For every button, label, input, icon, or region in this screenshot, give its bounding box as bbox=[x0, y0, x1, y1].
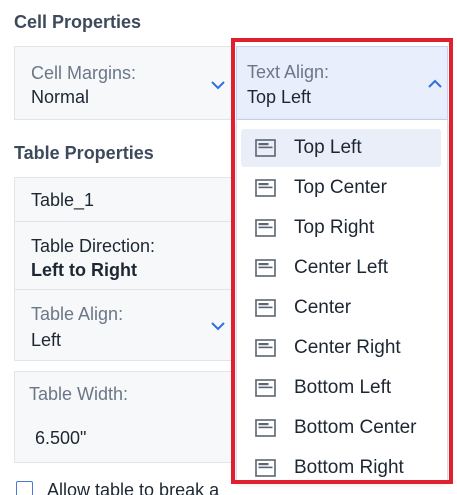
option-top-left[interactable]: Top Left bbox=[241, 129, 441, 167]
table-width-field[interactable]: Table Width: 6.500" bbox=[14, 371, 232, 463]
option-center[interactable]: Center bbox=[241, 289, 441, 327]
table-align-select[interactable]: Table Align: Left bbox=[15, 290, 231, 360]
allow-break-checkbox[interactable] bbox=[16, 481, 33, 495]
chevron-up-icon bbox=[428, 79, 442, 88]
text-align-label: Text Align: bbox=[247, 62, 330, 82]
chevron-down-icon bbox=[211, 81, 225, 90]
table-name-field[interactable]: Table_1 bbox=[15, 178, 231, 222]
option-label: Top Left bbox=[294, 137, 362, 158]
table-properties-group: Table_1 Table Direction: Left to Right T… bbox=[14, 177, 232, 361]
option-label: Center Left bbox=[294, 257, 388, 278]
option-label: Bottom Center bbox=[294, 417, 417, 438]
option-top-right[interactable]: Top Right bbox=[241, 209, 441, 247]
option-label: Bottom Right bbox=[294, 457, 404, 478]
chevron-down-icon bbox=[211, 322, 225, 331]
allow-break-label: Allow table to break a bbox=[47, 480, 220, 495]
cell-margins-label: Cell Margins: bbox=[31, 63, 137, 83]
text-align-value: Top Left bbox=[247, 87, 312, 107]
cell-margins-value: Normal bbox=[31, 87, 90, 107]
align-bottom-left-icon bbox=[255, 379, 276, 397]
option-label: Top Right bbox=[294, 217, 375, 238]
option-bottom-right[interactable]: Bottom Right bbox=[241, 449, 441, 487]
align-bottom-center-icon bbox=[255, 419, 276, 437]
cell-properties-title: Cell Properties bbox=[14, 12, 142, 32]
table-name-value: Table_1 bbox=[31, 190, 95, 210]
align-top-right-icon bbox=[255, 219, 276, 237]
option-label: Center Right bbox=[294, 337, 401, 358]
option-center-left[interactable]: Center Left bbox=[241, 249, 441, 287]
option-label: Bottom Left bbox=[294, 377, 392, 398]
align-center-right-icon bbox=[255, 339, 276, 357]
cell-margins-select[interactable]: Cell Margins: Normal bbox=[14, 46, 232, 120]
align-center-left-icon bbox=[255, 259, 276, 277]
text-align-select[interactable]: Text Align: Top Left bbox=[236, 46, 448, 120]
align-top-center-icon bbox=[255, 179, 276, 197]
table-align-value: Left bbox=[31, 330, 62, 350]
option-top-center[interactable]: Top Center bbox=[241, 169, 441, 207]
table-properties-title: Table Properties bbox=[14, 143, 154, 163]
table-width-value: 6.500" bbox=[35, 428, 87, 448]
option-bottom-center[interactable]: Bottom Center bbox=[241, 409, 441, 447]
properties-panel: Cell Properties Cell Margins: Normal Tex… bbox=[0, 0, 457, 495]
align-bottom-right-icon bbox=[255, 459, 276, 477]
option-label: Center bbox=[294, 297, 352, 318]
table-width-label: Table Width: bbox=[29, 384, 129, 404]
align-center-icon bbox=[255, 299, 276, 317]
table-direction-value: Left to Right bbox=[31, 260, 137, 280]
table-direction-field[interactable]: Table Direction: Left to Right bbox=[15, 222, 231, 290]
align-top-left-icon bbox=[255, 139, 276, 157]
option-bottom-left[interactable]: Bottom Left bbox=[241, 369, 441, 407]
table-align-label: Table Align: bbox=[31, 304, 124, 324]
option-center-right[interactable]: Center Right bbox=[241, 329, 441, 367]
text-align-options: Top Left Top Center Top Right Center Lef… bbox=[236, 120, 448, 482]
table-direction-label: Table Direction: bbox=[31, 236, 156, 256]
option-label: Top Center bbox=[294, 177, 387, 198]
